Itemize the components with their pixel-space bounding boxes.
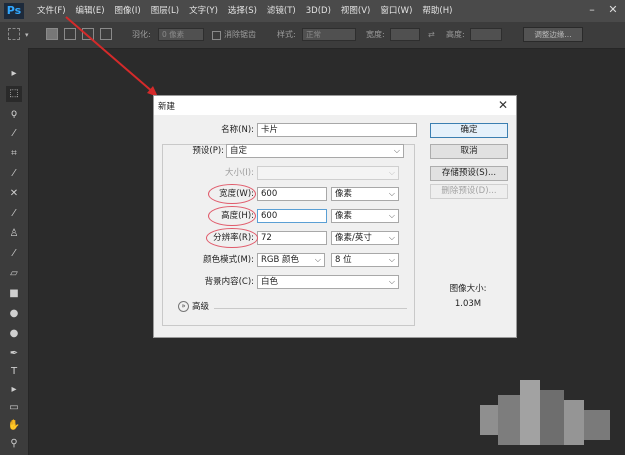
size-label: 大小(I): <box>224 168 254 178</box>
new-document-dialog: 新建 ✕ 名称(N): 卡片 预设(P): 自定 ⌵ 大小(I): ⌵ 宽度(W… <box>153 95 517 338</box>
name-input[interactable]: 卡片 <box>257 123 417 137</box>
chevron-down-icon: ⌵ <box>388 277 395 286</box>
color-mode-select[interactable]: RGB 颜色 ⌵ <box>257 253 325 267</box>
color-mode-value: RGB 颜色 <box>261 255 300 265</box>
chevron-down-icon: ⌵ <box>314 255 321 264</box>
preset-value: 自定 <box>230 146 248 156</box>
bit-depth-select[interactable]: 8 位 ⌵ <box>331 253 399 267</box>
size-select[interactable]: ⌵ <box>257 166 399 180</box>
advanced-label[interactable]: 高级 <box>192 300 209 314</box>
resolution-input[interactable]: 72 <box>257 231 327 245</box>
width-input[interactable]: 600 <box>257 187 327 201</box>
width-unit-value: 像素 <box>335 189 353 199</box>
image-size-value: 1.03M <box>454 299 482 309</box>
annotation-circle-height <box>208 206 256 226</box>
height-input[interactable]: 600 <box>257 209 327 223</box>
chevron-down-icon: ⌵ <box>388 233 395 242</box>
chevron-down-icon: ⌵ <box>388 189 395 198</box>
image-size-label: 图像大小: <box>449 284 487 294</box>
annotation-circle-resolution <box>206 228 258 248</box>
preset-select[interactable]: 自定 ⌵ <box>226 144 404 158</box>
expand-advanced-icon[interactable]: » <box>178 301 189 312</box>
dialog-close-icon[interactable]: ✕ <box>496 98 510 112</box>
save-preset-button[interactable]: 存储预设(S)... <box>430 166 508 181</box>
ok-button[interactable]: 确定 <box>430 123 508 138</box>
height-unit-value: 像素 <box>335 211 353 221</box>
dialog-title: 新建 <box>158 102 176 112</box>
resolution-unit-select[interactable]: 像素/英寸 ⌵ <box>331 231 399 245</box>
chevron-down-icon: ⌵ <box>388 211 395 220</box>
annotation-circle-width <box>208 184 256 204</box>
background-select[interactable]: 白色 ⌵ <box>257 275 399 289</box>
chevron-down-icon: ⌵ <box>393 146 400 155</box>
width-unit-select[interactable]: 像素 ⌵ <box>331 187 399 201</box>
chevron-down-icon: ⌵ <box>388 168 395 177</box>
name-label: 名称(N): <box>221 125 254 135</box>
background-label: 背景内容(C): <box>204 277 254 287</box>
color-mode-label: 颜色模式(M): <box>203 255 254 265</box>
background-value: 白色 <box>261 277 279 287</box>
chevron-down-icon: ⌵ <box>388 255 395 264</box>
bit-depth-value: 8 位 <box>335 255 352 265</box>
cancel-button[interactable]: 取消 <box>430 144 508 159</box>
height-unit-select[interactable]: 像素 ⌵ <box>331 209 399 223</box>
advanced-divider <box>214 308 407 309</box>
resolution-unit-value: 像素/英寸 <box>335 233 372 243</box>
delete-preset-button[interactable]: 删除预设(D)... <box>430 184 508 199</box>
preset-label: 预设(P): <box>192 146 224 156</box>
dialog-title-bar: 新建 ✕ <box>154 96 516 115</box>
